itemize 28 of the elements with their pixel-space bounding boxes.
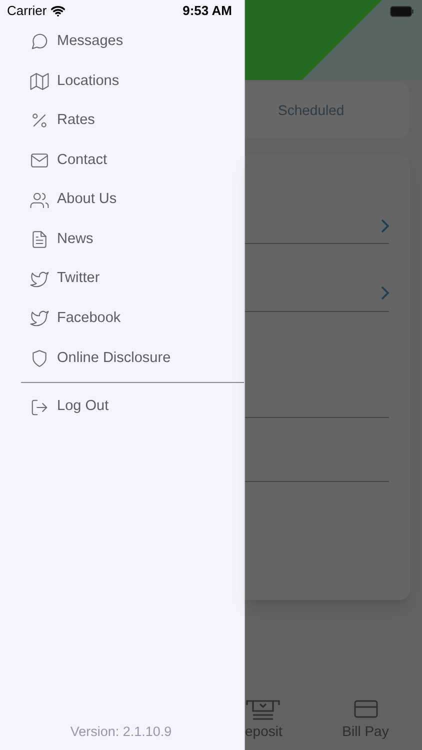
envelope-icon	[30, 151, 49, 170]
percent-icon	[30, 111, 49, 130]
chevron-icon	[381, 286, 389, 300]
menu-item[interactable]: About Us	[0, 180, 244, 220]
menu-item[interactable]: Twitter	[0, 260, 244, 300]
logout-icon	[30, 398, 49, 417]
menu-item[interactable]: Locations	[0, 62, 244, 102]
menu-item[interactable]: Facebook	[0, 299, 244, 339]
atm-icon	[245, 699, 281, 721]
version-label: Version: 2.1.10.9	[70, 722, 172, 741]
shield-icon	[30, 349, 49, 368]
map-icon	[30, 72, 49, 91]
menu-item[interactable]: Log Out	[0, 387, 244, 427]
menu-item[interactable]: Contact	[0, 140, 244, 180]
battery-icon	[390, 6, 414, 17]
people-icon	[30, 190, 49, 210]
bird-icon	[30, 309, 49, 328]
menu-item[interactable]: Rates	[0, 101, 244, 141]
clock: 9:53 AM	[182, 2, 232, 20]
menu-item[interactable]: Online Disclosure	[0, 338, 244, 378]
bird-icon	[30, 270, 49, 289]
newspaper-icon	[30, 230, 49, 250]
menu-item[interactable]: News	[0, 220, 244, 260]
chat-bubble-icon	[30, 32, 49, 52]
menu-item[interactable]: Messages	[0, 22, 244, 62]
chevron-icon	[381, 219, 389, 233]
carrier-label: Carrier	[7, 2, 47, 20]
wifi-icon	[50, 4, 65, 18]
